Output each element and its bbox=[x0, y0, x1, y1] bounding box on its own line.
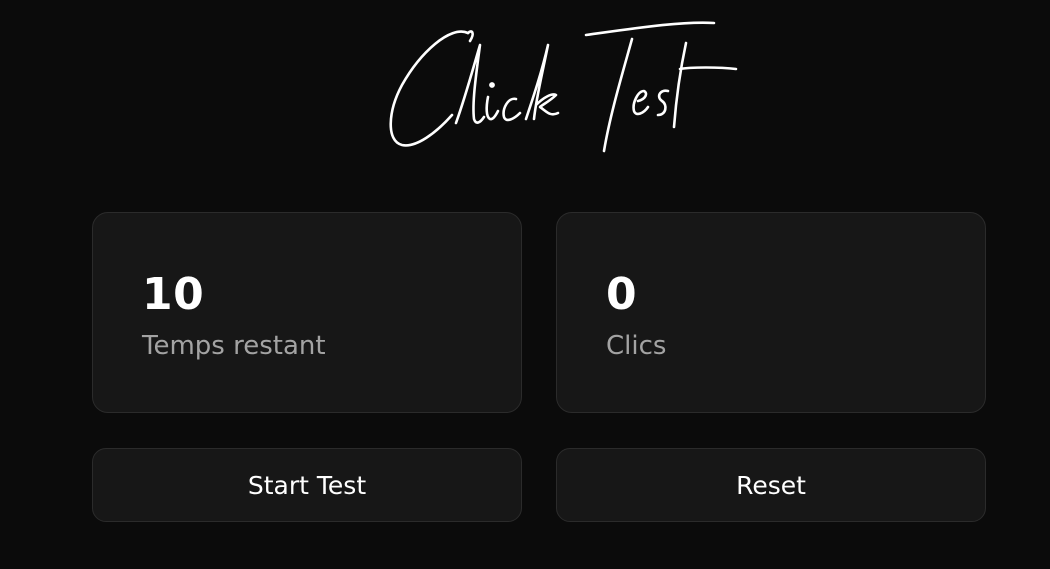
start-test-button[interactable]: Start Test bbox=[92, 448, 522, 522]
click-test-page: 10 Temps restant 0 Clics Start Test Rese… bbox=[0, 0, 1050, 569]
time-remaining-card: 10 Temps restant bbox=[92, 212, 522, 413]
page-title-logo bbox=[380, 15, 750, 160]
clicks-value: 0 bbox=[606, 269, 638, 320]
clicks-label: Clics bbox=[606, 331, 667, 361]
reset-button[interactable]: Reset bbox=[556, 448, 986, 522]
clicks-card: 0 Clics bbox=[556, 212, 986, 413]
time-remaining-label: Temps restant bbox=[142, 331, 326, 361]
time-remaining-value: 10 bbox=[142, 269, 205, 320]
